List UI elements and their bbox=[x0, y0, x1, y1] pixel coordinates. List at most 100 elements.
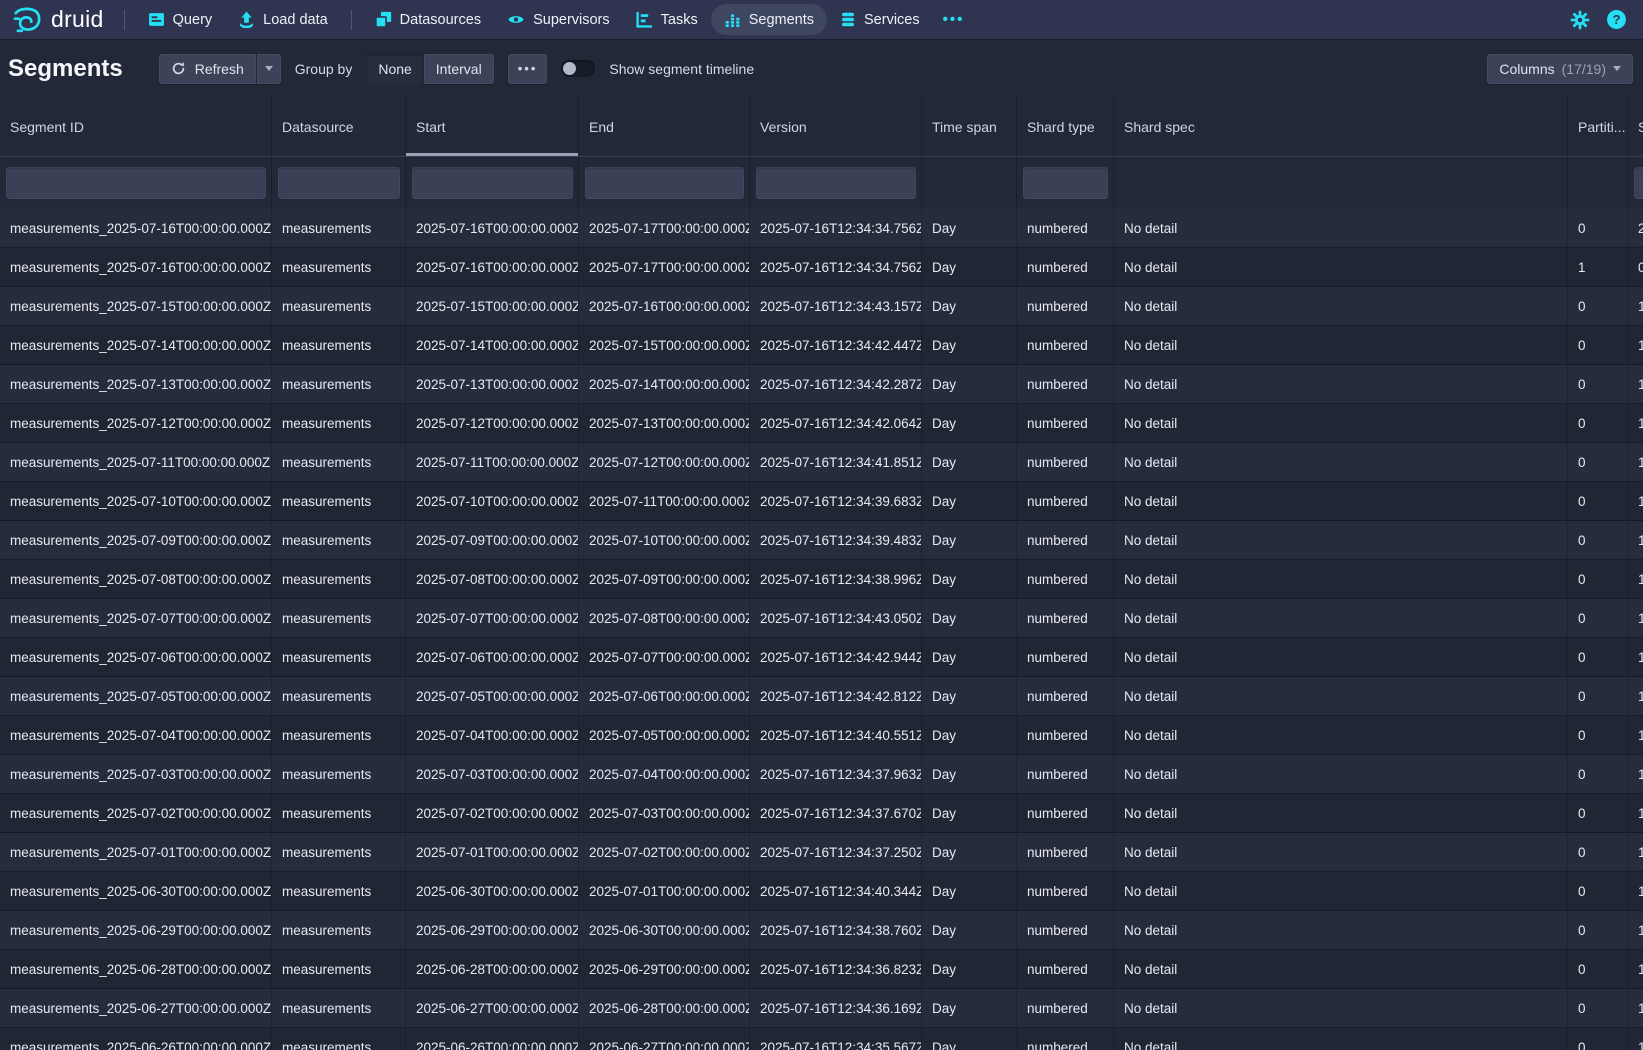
cell-datasource[interactable]: measurements bbox=[272, 950, 406, 988]
cell-version[interactable]: 2025-07-16T12:34:37.670Z bbox=[750, 794, 922, 832]
cell-segment-id[interactable]: measurements_2025-07-07T00:00:00.000Z... bbox=[0, 599, 272, 637]
cell-shard-type[interactable]: numbered bbox=[1017, 677, 1114, 715]
cell-size[interactable]: 1 bbox=[1628, 794, 1643, 832]
cell-segment-id[interactable]: measurements_2025-07-04T00:00:00.000Z... bbox=[0, 716, 272, 754]
cell-shard-type[interactable]: numbered bbox=[1017, 326, 1114, 364]
column-header-end[interactable]: End bbox=[579, 97, 750, 156]
cell-datasource[interactable]: measurements bbox=[272, 482, 406, 520]
segment-timeline-toggle[interactable] bbox=[561, 60, 595, 77]
filter-input-segment-id[interactable] bbox=[6, 167, 266, 199]
cell-version[interactable]: 2025-07-16T12:34:36.823Z bbox=[750, 950, 922, 988]
cell-datasource[interactable]: measurements bbox=[272, 404, 406, 442]
nav-item-more[interactable]: ••• bbox=[933, 4, 975, 35]
cell-start[interactable]: 2025-06-28T00:00:00.000Z bbox=[406, 950, 579, 988]
cell-segment-id[interactable]: measurements_2025-07-02T00:00:00.000Z... bbox=[0, 794, 272, 832]
cell-end[interactable]: 2025-07-17T00:00:00.000Z bbox=[579, 209, 750, 247]
filter-input-datasource[interactable] bbox=[278, 167, 400, 199]
cell-shard-type[interactable]: numbered bbox=[1017, 560, 1114, 598]
cell-end[interactable]: 2025-07-13T00:00:00.000Z bbox=[579, 404, 750, 442]
cell-datasource[interactable]: measurements bbox=[272, 872, 406, 910]
cell-segment-id[interactable]: measurements_2025-07-01T00:00:00.000Z... bbox=[0, 833, 272, 871]
nav-item-load-data[interactable]: Load data bbox=[225, 4, 341, 35]
cell-datasource[interactable]: measurements bbox=[272, 365, 406, 403]
cell-size[interactable]: 1 bbox=[1628, 755, 1643, 793]
cell-size[interactable]: 0 bbox=[1628, 248, 1643, 286]
cell-end[interactable]: 2025-07-06T00:00:00.000Z bbox=[579, 677, 750, 715]
cell-datasource[interactable]: measurements bbox=[272, 209, 406, 247]
cell-datasource[interactable]: measurements bbox=[272, 287, 406, 325]
cell-shard-type[interactable]: numbered bbox=[1017, 638, 1114, 676]
cell-datasource[interactable]: measurements bbox=[272, 677, 406, 715]
cell-datasource[interactable]: measurements bbox=[272, 716, 406, 754]
cell-datasource[interactable]: measurements bbox=[272, 521, 406, 559]
cell-size[interactable]: 1 bbox=[1628, 872, 1643, 910]
nav-item-services[interactable]: Services bbox=[827, 4, 933, 35]
cell-segment-id[interactable]: measurements_2025-06-29T00:00:00.000Z... bbox=[0, 911, 272, 949]
cell-size[interactable]: 1 bbox=[1628, 950, 1643, 988]
group-by-option-none[interactable]: None bbox=[366, 54, 423, 84]
cell-version[interactable]: 2025-07-16T12:34:39.683Z bbox=[750, 482, 922, 520]
cell-start[interactable]: 2025-07-11T00:00:00.000Z bbox=[406, 443, 579, 481]
cell-end[interactable]: 2025-07-10T00:00:00.000Z bbox=[579, 521, 750, 559]
cell-end[interactable]: 2025-07-08T00:00:00.000Z bbox=[579, 599, 750, 637]
cell-start[interactable]: 2025-07-05T00:00:00.000Z bbox=[406, 677, 579, 715]
cell-version[interactable]: 2025-07-16T12:34:40.551Z bbox=[750, 716, 922, 754]
column-header-size[interactable]: S bbox=[1628, 97, 1643, 156]
cell-version[interactable]: 2025-07-16T12:34:35.567Z bbox=[750, 1028, 922, 1050]
cell-size[interactable]: 1 bbox=[1628, 482, 1643, 520]
cell-segment-id[interactable]: measurements_2025-07-16T00:00:00.000Z... bbox=[0, 209, 272, 247]
cell-end[interactable]: 2025-06-30T00:00:00.000Z bbox=[579, 911, 750, 949]
cell-end[interactable]: 2025-07-04T00:00:00.000Z bbox=[579, 755, 750, 793]
cell-version[interactable]: 2025-07-16T12:34:38.760Z bbox=[750, 911, 922, 949]
cell-segment-id[interactable]: measurements_2025-06-26T00:00:00.000Z... bbox=[0, 1028, 272, 1050]
column-header-datasource[interactable]: Datasource bbox=[272, 97, 406, 156]
cell-start[interactable]: 2025-06-26T00:00:00.000Z bbox=[406, 1028, 579, 1050]
cell-version[interactable]: 2025-07-16T12:34:43.157Z bbox=[750, 287, 922, 325]
cell-segment-id[interactable]: measurements_2025-06-30T00:00:00.000Z... bbox=[0, 872, 272, 910]
cell-datasource[interactable]: measurements bbox=[272, 989, 406, 1027]
cell-start[interactable]: 2025-07-10T00:00:00.000Z bbox=[406, 482, 579, 520]
cell-end[interactable]: 2025-07-12T00:00:00.000Z bbox=[579, 443, 750, 481]
cell-datasource[interactable]: measurements bbox=[272, 1028, 406, 1050]
cell-size[interactable]: 2 bbox=[1628, 209, 1643, 247]
cell-segment-id[interactable]: measurements_2025-06-28T00:00:00.000Z... bbox=[0, 950, 272, 988]
cell-segment-id[interactable]: measurements_2025-07-14T00:00:00.000Z... bbox=[0, 326, 272, 364]
cell-shard-type[interactable]: numbered bbox=[1017, 287, 1114, 325]
cell-size[interactable]: 1 bbox=[1628, 638, 1643, 676]
cell-size[interactable]: 1 bbox=[1628, 833, 1643, 871]
cell-end[interactable]: 2025-07-15T00:00:00.000Z bbox=[579, 326, 750, 364]
cell-size[interactable]: 1 bbox=[1628, 443, 1643, 481]
nav-item-supervisors[interactable]: Supervisors bbox=[494, 4, 623, 35]
cell-version[interactable]: 2025-07-16T12:34:37.250Z bbox=[750, 833, 922, 871]
cell-datasource[interactable]: measurements bbox=[272, 248, 406, 286]
cell-end[interactable]: 2025-07-05T00:00:00.000Z bbox=[579, 716, 750, 754]
cell-start[interactable]: 2025-06-30T00:00:00.000Z bbox=[406, 872, 579, 910]
refresh-button[interactable]: Refresh bbox=[159, 54, 256, 84]
cell-shard-type[interactable]: numbered bbox=[1017, 248, 1114, 286]
cell-version[interactable]: 2025-07-16T12:34:38.996Z bbox=[750, 560, 922, 598]
cell-size[interactable]: 1 bbox=[1628, 716, 1643, 754]
cell-end[interactable]: 2025-06-28T00:00:00.000Z bbox=[579, 989, 750, 1027]
filter-input-version[interactable] bbox=[756, 167, 916, 199]
cell-shard-type[interactable]: numbered bbox=[1017, 365, 1114, 403]
cell-start[interactable]: 2025-07-04T00:00:00.000Z bbox=[406, 716, 579, 754]
cell-end[interactable]: 2025-06-29T00:00:00.000Z bbox=[579, 950, 750, 988]
cell-segment-id[interactable]: measurements_2025-07-12T00:00:00.000Z... bbox=[0, 404, 272, 442]
cell-version[interactable]: 2025-07-16T12:34:43.050Z bbox=[750, 599, 922, 637]
cell-size[interactable]: 1 bbox=[1628, 560, 1643, 598]
cell-shard-type[interactable]: numbered bbox=[1017, 209, 1114, 247]
cell-end[interactable]: 2025-07-01T00:00:00.000Z bbox=[579, 872, 750, 910]
cell-datasource[interactable]: measurements bbox=[272, 911, 406, 949]
cell-start[interactable]: 2025-07-09T00:00:00.000Z bbox=[406, 521, 579, 559]
cell-version[interactable]: 2025-07-16T12:34:39.483Z bbox=[750, 521, 922, 559]
cell-start[interactable]: 2025-07-16T00:00:00.000Z bbox=[406, 209, 579, 247]
filter-input-start[interactable] bbox=[412, 167, 573, 199]
column-header-start[interactable]: Start bbox=[406, 97, 579, 156]
cell-shard-type[interactable]: numbered bbox=[1017, 755, 1114, 793]
column-header-version[interactable]: Version bbox=[750, 97, 922, 156]
cell-version[interactable]: 2025-07-16T12:34:34.756Z bbox=[750, 248, 922, 286]
cell-end[interactable]: 2025-07-11T00:00:00.000Z bbox=[579, 482, 750, 520]
cell-start[interactable]: 2025-07-12T00:00:00.000Z bbox=[406, 404, 579, 442]
cell-start[interactable]: 2025-06-27T00:00:00.000Z bbox=[406, 989, 579, 1027]
cell-end[interactable]: 2025-07-14T00:00:00.000Z bbox=[579, 365, 750, 403]
